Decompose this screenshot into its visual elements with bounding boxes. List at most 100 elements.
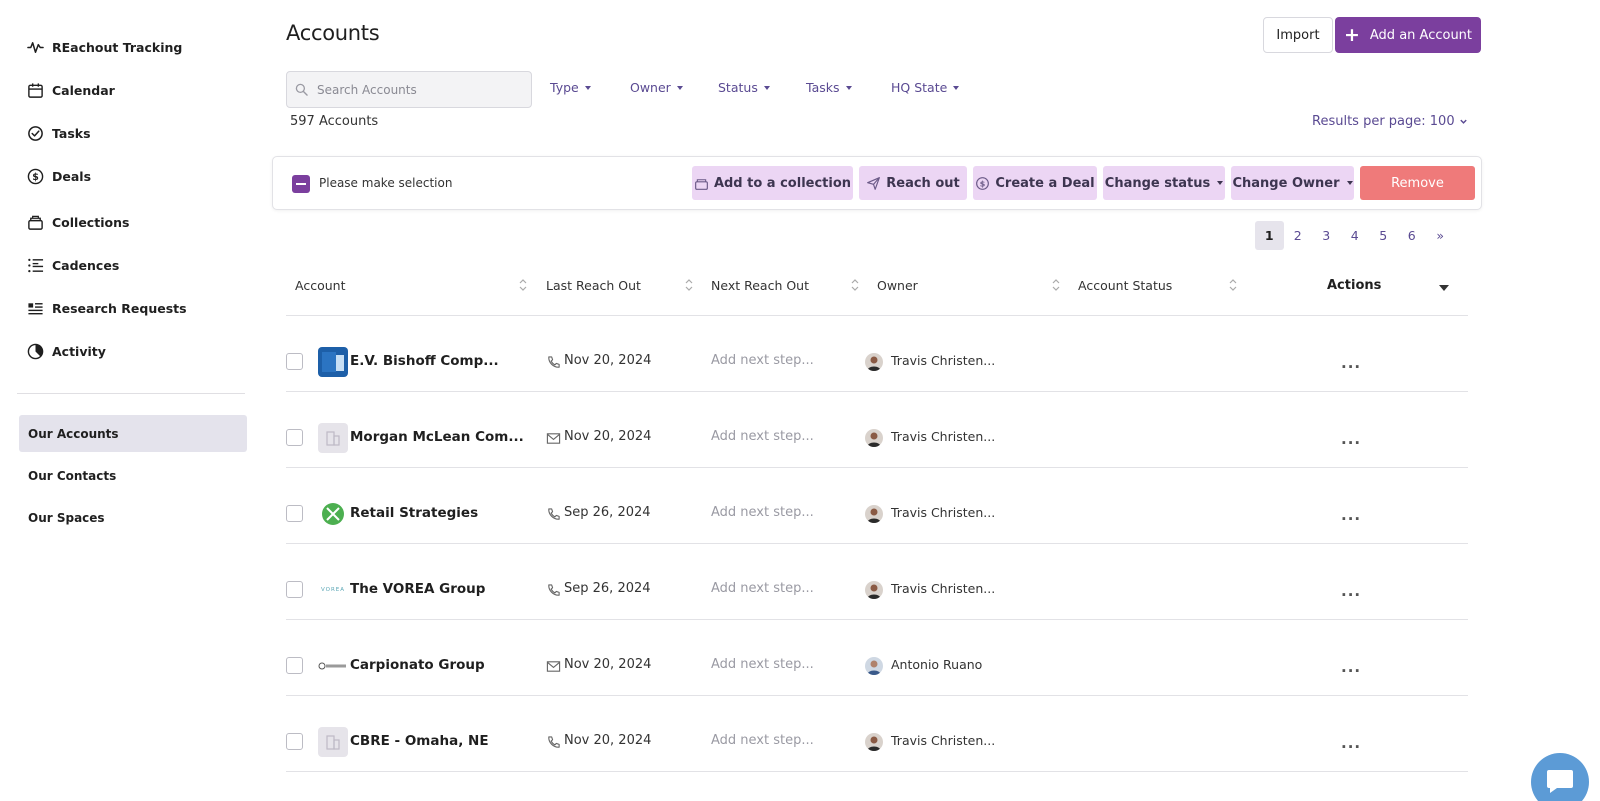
chat-widget-button[interactable]	[1531, 753, 1589, 801]
nav-reachout-tracking[interactable]: REachout Tracking	[26, 35, 182, 59]
page-link[interactable]: 1	[1255, 221, 1284, 250]
next-reach-out-link[interactable]: Add next step...	[711, 581, 814, 596]
nav-label: Tasks	[52, 125, 91, 141]
email-icon	[546, 433, 561, 444]
import-button[interactable]: Import	[1263, 17, 1333, 53]
next-page-link[interactable]: »	[1426, 221, 1455, 250]
row-actions-menu-icon[interactable]: ...	[1341, 582, 1361, 600]
account-name-link[interactable]: E.V. Bishoff Comp...	[350, 353, 499, 369]
sort-icon[interactable]	[850, 278, 860, 292]
add-to-collection-button[interactable]: Add to a collection	[692, 166, 853, 200]
caret-down-icon[interactable]	[1439, 285, 1449, 291]
sidebar-item-our-accounts[interactable]: Our Accounts	[19, 415, 247, 452]
column-header-next-reach-out: Next Reach Out	[711, 278, 809, 293]
sort-icon[interactable]	[1228, 278, 1238, 292]
list-ordered-icon	[26, 256, 44, 274]
owner-name: Travis Christen...	[891, 581, 996, 596]
account-name-link[interactable]: Carpionato Group	[350, 657, 485, 673]
filter-label: HQ State	[891, 80, 948, 95]
page-link[interactable]: 2	[1284, 221, 1313, 250]
results-per-page-dropdown[interactable]: Results per page: 100	[1312, 114, 1468, 129]
nav-tasks[interactable]: Tasks	[26, 121, 91, 145]
nav-activity[interactable]: Activity	[26, 339, 106, 363]
filter-status[interactable]: Status	[718, 80, 770, 95]
table-row: Carpionato Group Nov 20, 2024 Add next s…	[286, 620, 1468, 696]
row-actions-menu-icon[interactable]: ...	[1341, 430, 1361, 448]
nav-research-requests[interactable]: Research Requests	[26, 296, 187, 320]
page-link[interactable]: 6	[1398, 221, 1427, 250]
page-link[interactable]: 4	[1341, 221, 1370, 250]
sort-icon[interactable]	[684, 278, 694, 292]
filter-type[interactable]: Type	[550, 80, 591, 95]
nav-collections[interactable]: Collections	[26, 210, 129, 234]
select-all-checkbox[interactable]	[292, 175, 310, 193]
sort-icon[interactable]	[518, 278, 528, 292]
selection-label: Please make selection	[319, 176, 453, 190]
filter-tasks[interactable]: Tasks	[806, 80, 852, 95]
nav-cadences[interactable]: Cadences	[26, 253, 119, 277]
row-checkbox[interactable]	[286, 581, 303, 598]
sidebar-divider	[17, 393, 245, 394]
filter-label: Status	[718, 80, 758, 95]
last-reach-out-date: Nov 20, 2024	[564, 429, 652, 444]
account-name-link[interactable]: Retail Strategies	[350, 505, 478, 521]
add-account-button[interactable]: + Add an Account	[1335, 17, 1481, 53]
nav-label: Activity	[52, 343, 106, 359]
next-reach-out-link[interactable]: Add next step...	[711, 505, 814, 520]
page-title: Accounts	[286, 21, 380, 45]
next-reach-out-link[interactable]: Add next step...	[711, 733, 814, 748]
plus-icon: +	[1343, 23, 1360, 46]
page-link[interactable]: 3	[1312, 221, 1341, 250]
account-name-link[interactable]: CBRE - Omaha, NE	[350, 733, 489, 749]
filter-label: Owner	[630, 80, 671, 95]
last-reach-out-date: Nov 20, 2024	[564, 733, 652, 748]
avatar	[865, 353, 883, 371]
change-owner-button[interactable]: Change Owner	[1231, 166, 1354, 200]
column-header-last-reach-out: Last Reach Out	[546, 278, 641, 293]
page-link[interactable]: 5	[1369, 221, 1398, 250]
row-checkbox[interactable]	[286, 505, 303, 522]
filter-hq-state[interactable]: HQ State	[891, 80, 960, 95]
change-status-button[interactable]: Change status	[1103, 166, 1225, 200]
create-deal-button[interactable]: $ Create a Deal	[973, 166, 1097, 200]
nav-deals[interactable]: $ Deals	[26, 164, 91, 188]
next-reach-out-link[interactable]: Add next step...	[711, 429, 814, 444]
next-reach-out-link[interactable]: Add next step...	[711, 657, 814, 672]
filter-owner[interactable]: Owner	[630, 80, 683, 95]
company-logo	[318, 347, 348, 377]
row-actions-menu-icon[interactable]: ...	[1341, 734, 1361, 752]
nav-calendar[interactable]: Calendar	[26, 78, 115, 102]
collection-icon	[695, 178, 708, 190]
caret-down-icon	[953, 85, 960, 90]
search-input[interactable]	[317, 82, 517, 97]
caret-down-icon	[584, 85, 591, 90]
last-reach-out-date: Sep 26, 2024	[564, 581, 651, 596]
filter-label: Tasks	[806, 80, 840, 95]
row-checkbox[interactable]	[286, 429, 303, 446]
row-actions-menu-icon[interactable]: ...	[1341, 354, 1361, 372]
row-checkbox[interactable]	[286, 733, 303, 750]
reach-out-button[interactable]: Reach out	[859, 166, 967, 200]
column-header-actions: Actions	[1327, 278, 1382, 293]
phone-icon	[548, 736, 560, 748]
search-box	[286, 71, 532, 108]
row-checkbox[interactable]	[286, 353, 303, 370]
company-logo	[318, 651, 348, 681]
row-checkbox[interactable]	[286, 657, 303, 674]
sort-icon[interactable]	[1051, 278, 1061, 292]
sub-item-label: Our Contacts	[28, 468, 117, 483]
account-name-link[interactable]: Morgan McLean Com...	[350, 429, 524, 445]
accounts-count: 597 Accounts	[290, 114, 379, 129]
row-actions-menu-icon[interactable]: ...	[1341, 658, 1361, 676]
create-deal-label: Create a Deal	[995, 175, 1095, 191]
row-actions-menu-icon[interactable]: ...	[1341, 506, 1361, 524]
last-reach-out-date: Sep 26, 2024	[564, 505, 651, 520]
sub-item-label: Our Accounts	[28, 426, 119, 441]
sidebar-item-our-contacts[interactable]: Our Contacts	[19, 457, 247, 494]
account-name-link[interactable]: The VOREA Group	[350, 581, 485, 597]
column-header-account-status: Account Status	[1078, 278, 1173, 293]
remove-button[interactable]: Remove	[1360, 166, 1475, 200]
phone-icon	[548, 584, 560, 596]
next-reach-out-link[interactable]: Add next step...	[711, 353, 814, 368]
sidebar-item-our-spaces[interactable]: Our Spaces	[19, 499, 247, 536]
